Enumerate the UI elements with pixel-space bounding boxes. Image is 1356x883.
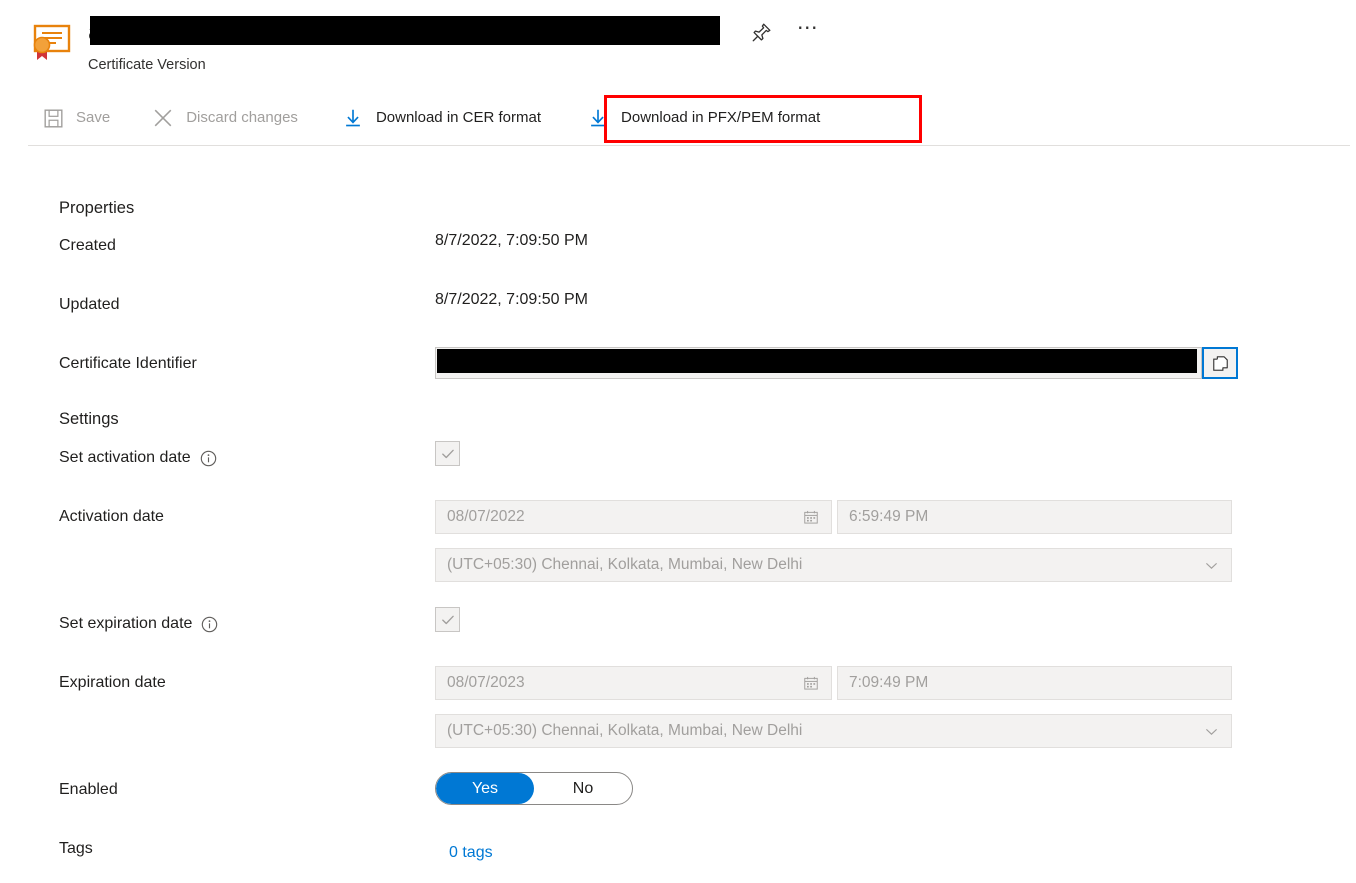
properties-heading: Properties <box>59 199 135 217</box>
close-x-icon <box>150 105 176 131</box>
save-label: Save <box>76 109 111 126</box>
set-expiration-date-checkbox[interactable] <box>435 607 460 632</box>
save-button[interactable]: Save <box>30 97 122 139</box>
download-pfx-pem-button[interactable]: Download in PFX/PEM format <box>575 97 832 139</box>
expiration-time-value: 7:09:49 PM <box>849 674 929 691</box>
certificate-icon <box>29 22 73 62</box>
command-bar: Save Discard changes Download in CER for… <box>0 96 832 140</box>
activation-time-value: 6:59:49 PM <box>849 508 929 525</box>
set-activation-date-checkbox[interactable] <box>435 441 460 466</box>
ellipsis-icon[interactable]: ⋯ <box>793 17 823 46</box>
enabled-toggle-yes[interactable]: Yes <box>436 773 534 804</box>
download-icon <box>585 105 611 131</box>
expiration-date-label: Expiration date <box>59 674 166 691</box>
download-cer-button[interactable]: Download in CER format <box>330 97 553 139</box>
activation-date-value: 08/07/2022 <box>447 508 525 525</box>
save-icon <box>40 105 66 131</box>
download-pfx-pem-label: Download in PFX/PEM format <box>621 109 821 126</box>
enabled-toggle-no[interactable]: No <box>534 773 632 804</box>
discard-changes-button[interactable]: Discard changes <box>140 97 310 139</box>
calendar-icon[interactable] <box>802 675 820 691</box>
certificate-identifier-label: Certificate Identifier <box>59 355 197 372</box>
chevron-down-icon[interactable] <box>1202 723 1220 740</box>
enabled-toggle[interactable]: Yes No <box>435 772 633 805</box>
download-icon <box>340 105 366 131</box>
tags-link[interactable]: 0 tags <box>449 842 493 864</box>
activation-date-label: Activation date <box>59 508 164 525</box>
expiration-time-input[interactable]: 7:09:49 PM <box>837 666 1232 700</box>
expiration-timezone-value: (UTC+05:30) Chennai, Kolkata, Mumbai, Ne… <box>447 722 803 739</box>
certificate-identifier-redaction <box>437 349 1197 373</box>
activation-timezone-value: (UTC+05:30) Chennai, Kolkata, Mumbai, Ne… <box>447 556 803 573</box>
settings-heading: Settings <box>59 410 119 428</box>
pin-icon[interactable] <box>746 18 776 46</box>
created-label: Created <box>59 237 116 254</box>
info-icon[interactable] <box>200 450 217 467</box>
discard-changes-label: Discard changes <box>186 109 298 126</box>
activation-date-input[interactable]: 08/07/2022 <box>435 500 832 534</box>
updated-value: 8/7/2022, 7:09:50 PM <box>435 291 588 308</box>
page-subtitle: Certificate Version <box>88 57 206 73</box>
page-header: a Certificate Version ⋯ <box>0 0 1356 88</box>
activation-timezone-select[interactable]: (UTC+05:30) Chennai, Kolkata, Mumbai, Ne… <box>435 548 1232 582</box>
set-expiration-date-text: Set expiration date <box>59 615 193 632</box>
set-activation-date-label: Set activation date <box>59 447 217 469</box>
expiration-date-value: 08/07/2023 <box>447 674 525 691</box>
activation-time-input[interactable]: 6:59:49 PM <box>837 500 1232 534</box>
updated-label: Updated <box>59 296 120 313</box>
toolbar-divider <box>28 145 1350 146</box>
page-title-redaction <box>90 16 720 45</box>
expiration-timezone-select[interactable]: (UTC+05:30) Chennai, Kolkata, Mumbai, Ne… <box>435 714 1232 748</box>
calendar-icon[interactable] <box>802 509 820 525</box>
tags-label: Tags <box>59 840 93 857</box>
set-expiration-date-label: Set expiration date <box>59 613 218 635</box>
enabled-label: Enabled <box>59 781 118 798</box>
set-activation-date-text: Set activation date <box>59 449 191 466</box>
download-cer-label: Download in CER format <box>375 109 542 126</box>
info-icon[interactable] <box>201 616 218 633</box>
certificate-identifier-field <box>435 347 1238 379</box>
chevron-down-icon[interactable] <box>1202 557 1220 574</box>
created-value: 8/7/2022, 7:09:50 PM <box>435 232 588 249</box>
expiration-date-input[interactable]: 08/07/2023 <box>435 666 832 700</box>
copy-icon[interactable] <box>1202 347 1238 379</box>
